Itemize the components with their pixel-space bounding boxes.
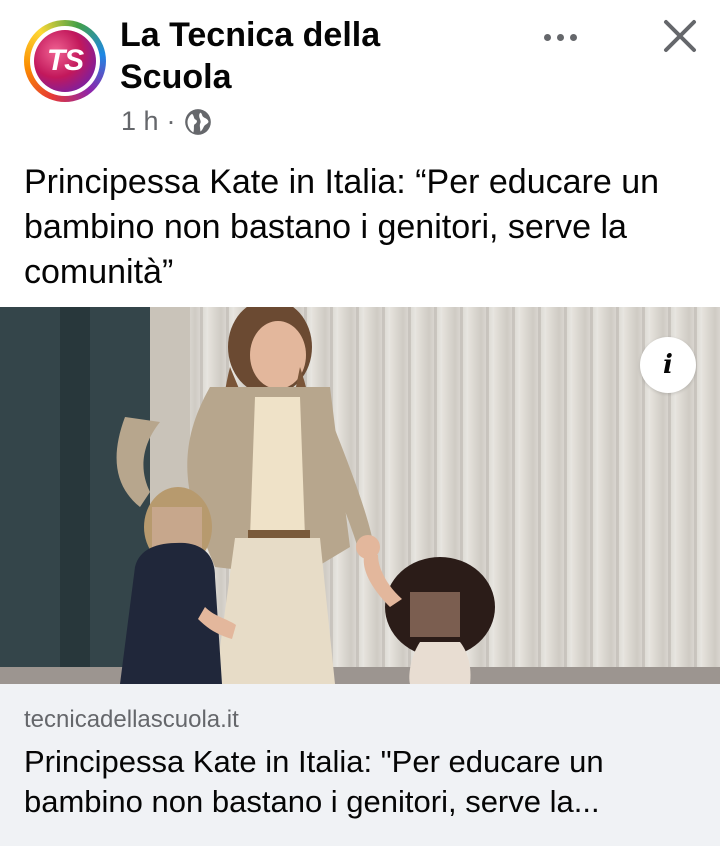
post-text: Principessa Kate in Italia: “Per educare… — [24, 163, 660, 291]
link-domain: tecnicadellascuola.it — [24, 706, 239, 733]
link-title[interactable]: Principessa Kate in Italia: "Per educare… — [24, 742, 704, 822]
info-icon[interactable]: i — [640, 337, 696, 393]
link-preview-footer[interactable]: tecnicadellascuola.it Principessa Kate i… — [0, 684, 720, 846]
more-options-button[interactable] — [532, 20, 588, 54]
avatar-logo: TS — [34, 30, 96, 92]
feed-post: TS La Tecnica della Scuola 1 h · Princip… — [0, 0, 720, 846]
meta-separator: · — [166, 106, 176, 136]
post-meta: 1 h · — [121, 106, 212, 137]
page-name[interactable]: La Tecnica della Scuola — [120, 14, 500, 98]
avatar-ring: TS — [30, 26, 100, 96]
more-horizontal-icon-dot — [569, 33, 577, 41]
globe-icon[interactable] — [184, 108, 212, 136]
link-preview-image[interactable]: i — [0, 307, 720, 684]
more-horizontal-icon-dot — [543, 33, 551, 41]
post-timestamp[interactable]: 1 h — [121, 106, 159, 137]
page-avatar[interactable]: TS — [24, 20, 106, 102]
more-horizontal-icon-dot — [556, 33, 564, 41]
photo-illustration — [0, 307, 720, 684]
close-icon[interactable] — [658, 14, 702, 58]
link-preview[interactable]: i tecnicadellascuola.it Principessa Kate… — [0, 307, 720, 846]
